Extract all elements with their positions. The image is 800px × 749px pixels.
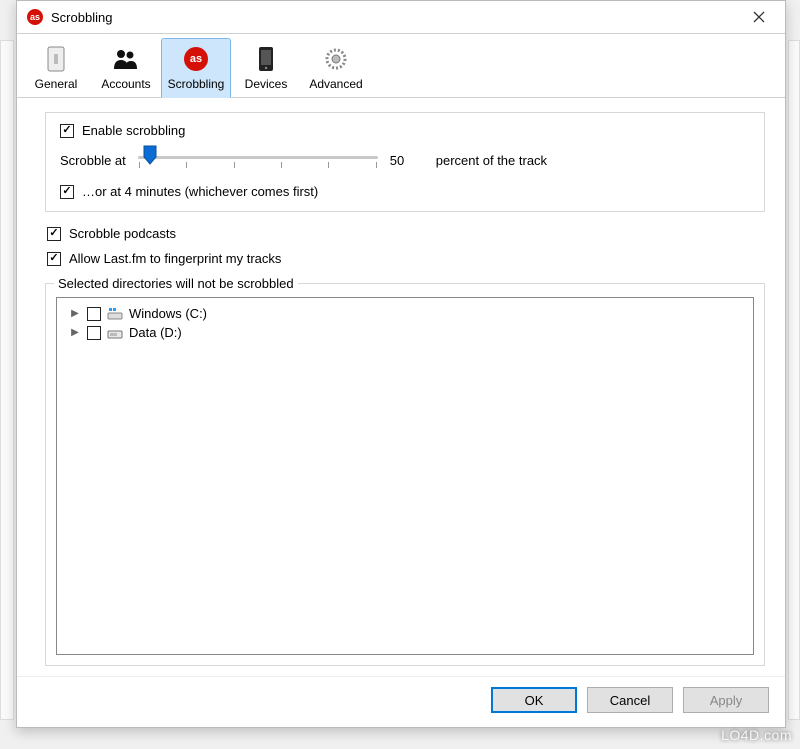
ok-button[interactable]: OK [491, 687, 577, 713]
slider-value: 50 [390, 153, 418, 168]
fingerprint-label[interactable]: Allow Last.fm to fingerprint my tracks [69, 251, 281, 266]
or-at-checkbox[interactable] [60, 185, 74, 199]
cancel-button[interactable]: Cancel [587, 687, 673, 713]
accounts-icon [112, 45, 140, 73]
enable-scrobbling-label[interactable]: Enable scrobbling [82, 123, 185, 138]
tab-scrobbling[interactable]: as Scrobbling [161, 38, 231, 98]
chevron-right-icon[interactable]: ▶ [69, 308, 81, 319]
or-at-label[interactable]: …or at 4 minutes (whichever comes first) [82, 184, 318, 199]
scrobble-group: Enable scrobbling Scrobble at 50 percent… [45, 112, 765, 212]
dir-label: Windows (C:) [129, 306, 207, 321]
scrobbling-icon: as [182, 45, 210, 73]
dir-checkbox[interactable] [87, 307, 101, 321]
dir-checkbox[interactable] [87, 326, 101, 340]
general-icon [42, 45, 70, 73]
tab-toolbar: General Accounts as Scrobbling Devices A… [17, 34, 785, 98]
scrobble-percent-slider[interactable] [138, 146, 378, 174]
lastfm-icon: as [27, 9, 43, 25]
drive-c-icon [107, 307, 123, 321]
devices-icon [252, 45, 280, 73]
scrobble-podcasts-checkbox[interactable] [47, 227, 61, 241]
directory-list[interactable]: ▶ Windows (C:) ▶ Data (D:) [56, 297, 754, 655]
directories-group: Selected directories will not be scrobbl… [45, 276, 765, 666]
apply-button[interactable]: Apply [683, 687, 769, 713]
dialog-buttons: OK Cancel Apply [17, 676, 785, 727]
tab-accounts[interactable]: Accounts [91, 38, 161, 97]
dialog-window: as Scrobbling General Accounts as Scrobb… [16, 0, 786, 728]
directories-legend: Selected directories will not be scrobbl… [54, 276, 298, 291]
enable-scrobbling-checkbox[interactable] [60, 124, 74, 138]
slider-suffix: percent of the track [436, 153, 547, 168]
drive-d-icon [107, 326, 123, 340]
tab-advanced[interactable]: Advanced [301, 38, 371, 97]
watermark: LO4D.com [721, 727, 792, 743]
gear-icon [322, 45, 350, 73]
slider-prefix: Scrobble at [60, 153, 126, 168]
scrobble-podcasts-label[interactable]: Scrobble podcasts [69, 226, 176, 241]
list-item[interactable]: ▶ Data (D:) [61, 323, 749, 342]
close-button[interactable] [739, 3, 779, 31]
fingerprint-checkbox[interactable] [47, 252, 61, 266]
list-item[interactable]: ▶ Windows (C:) [61, 304, 749, 323]
tab-devices[interactable]: Devices [231, 38, 301, 97]
dir-label: Data (D:) [129, 325, 182, 340]
titlebar: as Scrobbling [17, 1, 785, 33]
tab-general[interactable]: General [21, 38, 91, 97]
content-panel: Enable scrobbling Scrobble at 50 percent… [17, 98, 785, 676]
window-title: Scrobbling [51, 10, 112, 25]
chevron-right-icon[interactable]: ▶ [69, 327, 81, 338]
